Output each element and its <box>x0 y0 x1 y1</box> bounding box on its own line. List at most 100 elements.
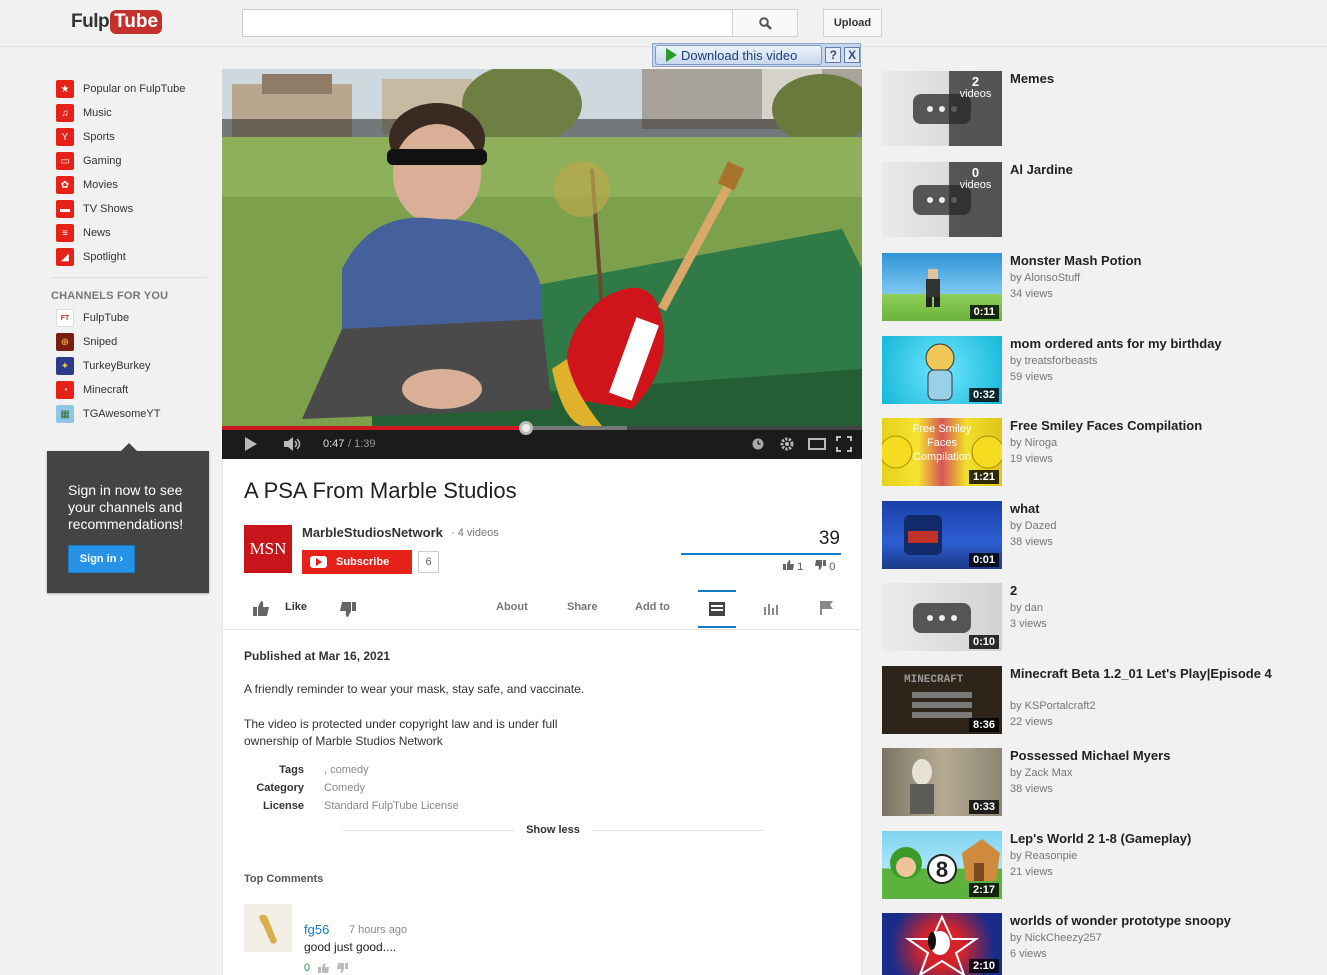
guide-item-popular[interactable]: ★ Popular on FulpTube <box>47 77 209 101</box>
download-close-button[interactable]: X <box>844 47 860 63</box>
like-button[interactable]: Like <box>285 601 307 613</box>
comments-heading[interactable]: Top Comments <box>244 873 323 885</box>
video-thumbnail[interactable]: 0:01 <box>882 501 1002 569</box>
related-title[interactable]: Memes <box>1010 71 1275 86</box>
theater-mode-icon[interactable] <box>808 438 826 450</box>
download-video-button[interactable]: Download this video <box>655 45 823 65</box>
related-title[interactable]: what <box>1010 501 1275 516</box>
related-channel[interactable]: by KSPortalcraft2 <box>1010 700 1096 712</box>
comment-author[interactable]: fg56 <box>304 922 329 937</box>
guide-item-news[interactable]: ≡ News <box>47 221 209 245</box>
video-thumbnail[interactable]: 8 2:17 <box>882 831 1002 899</box>
video-thumbnail[interactable]: MINECRAFT 8:36 <box>882 666 1002 734</box>
guide-item-tv-shows[interactable]: ▬ TV Shows <box>47 197 209 221</box>
channel-item-fulptube[interactable]: FT FulpTube <box>47 306 209 330</box>
related-views: 3 views <box>1010 618 1047 630</box>
related-channel[interactable]: by treatsforbeasts <box>1010 355 1097 367</box>
comment-like-icon[interactable] <box>318 963 330 973</box>
subscribe-label: Subscribe <box>336 556 390 568</box>
watch-later-icon[interactable] <box>752 438 764 450</box>
search-input[interactable] <box>242 9 733 37</box>
video-thumbnail[interactable]: 0:10 <box>882 583 1002 651</box>
tab-add-to[interactable]: Add to <box>635 601 670 613</box>
video-frame[interactable] <box>222 69 862 426</box>
related-channel[interactable]: by Niroga <box>1010 437 1057 449</box>
upload-button[interactable]: Upload <box>823 9 882 37</box>
guide-item-spotlight[interactable]: ◢ Spotlight <box>47 245 209 269</box>
related-channel[interactable]: by dan <box>1010 602 1043 614</box>
related-title[interactable]: Free Smiley Faces Compilation <box>1010 418 1275 433</box>
volume-icon[interactable] <box>284 437 302 451</box>
channel-avatar[interactable]: MSN <box>244 525 292 573</box>
meta-value[interactable]: , comedy <box>324 764 369 776</box>
video-thumbnail[interactable]: 0:33 <box>882 748 1002 816</box>
channel-name-link[interactable]: MarbleStudiosNetwork <box>302 525 443 540</box>
dislike-thumb-icon[interactable] <box>340 602 356 617</box>
guide-item-label: Popular on FulpTube <box>83 83 186 95</box>
related-playlist-item[interactable]: 0 videos Al Jardine <box>882 162 1302 242</box>
video-thumbnail[interactable]: Free Smiley Faces Compilation 1:21 <box>882 418 1002 486</box>
related-title[interactable]: Minecraft Beta 1.2_01 Let's Play|Episode… <box>1010 666 1275 681</box>
play-icon[interactable] <box>244 437 258 451</box>
comment-timestamp[interactable]: 7 hours ago <box>349 924 407 936</box>
channel-item-minecraft[interactable]: ◔ Minecraft <box>47 378 209 402</box>
video-thumbnail[interactable]: 2:10 <box>882 913 1002 975</box>
fullscreen-icon[interactable] <box>836 436 852 452</box>
comment-avatar[interactable] <box>244 904 292 952</box>
related-playlist-item[interactable]: 2 videos Memes <box>882 71 1302 151</box>
tab-about[interactable]: About <box>496 601 528 613</box>
related-title[interactable]: Monster Mash Potion <box>1010 253 1275 268</box>
guide-item-music[interactable]: ♫ Music <box>47 101 209 125</box>
related-channel[interactable]: by Zack Max <box>1010 767 1072 779</box>
crosshair-channel-icon: ⊕ <box>56 333 74 351</box>
search-button[interactable] <box>732 9 798 37</box>
playlist-thumbnail[interactable]: 2 videos <box>882 71 1002 146</box>
comment-dislike-icon[interactable] <box>337 963 349 973</box>
video-info-panel: A PSA From Marble Studios MSN MarbleStud… <box>222 459 862 975</box>
related-title[interactable]: 2 <box>1010 583 1275 598</box>
spotlight-icon: ◢ <box>56 248 74 266</box>
settings-gear-icon[interactable] <box>779 436 795 452</box>
related-title[interactable]: worlds of wonder prototype snoopy <box>1010 913 1275 928</box>
related-channel[interactable]: by AlonsoStuff <box>1010 272 1080 284</box>
download-help-button[interactable]: ? <box>825 47 842 63</box>
related-title[interactable]: Al Jardine <box>1010 162 1275 177</box>
related-title[interactable]: Lep's World 2 1-8 (Gameplay) <box>1010 831 1275 846</box>
show-less-toggle[interactable]: Show less <box>343 822 763 838</box>
meta-row-category: Category Comedy <box>244 779 459 797</box>
channel-item-label: Sniped <box>83 336 118 348</box>
channel-item-tgawesomeyt[interactable]: ▦ TGAwesomeYT <box>47 402 209 426</box>
channel-item-sniped[interactable]: ⊕ Sniped <box>47 330 209 354</box>
sign-in-button[interactable]: Sign in › <box>68 545 135 573</box>
video-thumbnail[interactable]: 0:11 <box>882 253 1002 321</box>
playlist-thumbnail[interactable]: 0 videos <box>882 162 1002 237</box>
video-thumbnail[interactable]: 0:32 <box>882 336 1002 404</box>
progress-bar[interactable] <box>222 421 862 435</box>
player-controls: 0:47 / 1:39 <box>222 421 862 459</box>
like-thumb-icon[interactable] <box>253 601 269 616</box>
guide-item-movies[interactable]: ✿ Movies <box>47 173 209 197</box>
meta-value[interactable]: Comedy <box>324 782 365 794</box>
fulptube-logo[interactable]: Fulp Tube <box>71 9 163 35</box>
related-channel[interactable]: by Dazed <box>1010 520 1056 532</box>
channel-item-turkeyburkey[interactable]: ✦ TurkeyBurkey <box>47 354 209 378</box>
video-duration: 0:32 <box>968 388 999 402</box>
meta-value: Standard FulpTube License <box>324 800 459 812</box>
meta-label: Category <box>256 782 304 794</box>
flag-icon[interactable] <box>820 601 833 615</box>
video-player[interactable]: 0:47 / 1:39 <box>222 69 862 459</box>
guide-item-sports[interactable]: Y Sports <box>47 125 209 149</box>
stats-icon[interactable] <box>764 602 778 615</box>
subscribe-button[interactable]: Subscribe <box>302 550 412 574</box>
related-channel[interactable]: by Reasonpie <box>1010 850 1077 862</box>
guide-item-label: TV Shows <box>83 203 134 215</box>
playlist-count: 2 <box>971 74 980 89</box>
related-channel[interactable]: by NickCheezy257 <box>1010 932 1102 944</box>
tab-transcript[interactable] <box>698 590 736 628</box>
tab-share[interactable]: Share <box>567 601 598 613</box>
related-title[interactable]: mom ordered ants for my birthday <box>1010 336 1275 351</box>
channel-video-count[interactable]: · 4 videos <box>451 527 499 539</box>
related-title[interactable]: Possessed Michael Myers <box>1010 748 1275 763</box>
guide-item-gaming[interactable]: ▭ Gaming <box>47 149 209 173</box>
progress-scrubber[interactable] <box>519 421 533 435</box>
